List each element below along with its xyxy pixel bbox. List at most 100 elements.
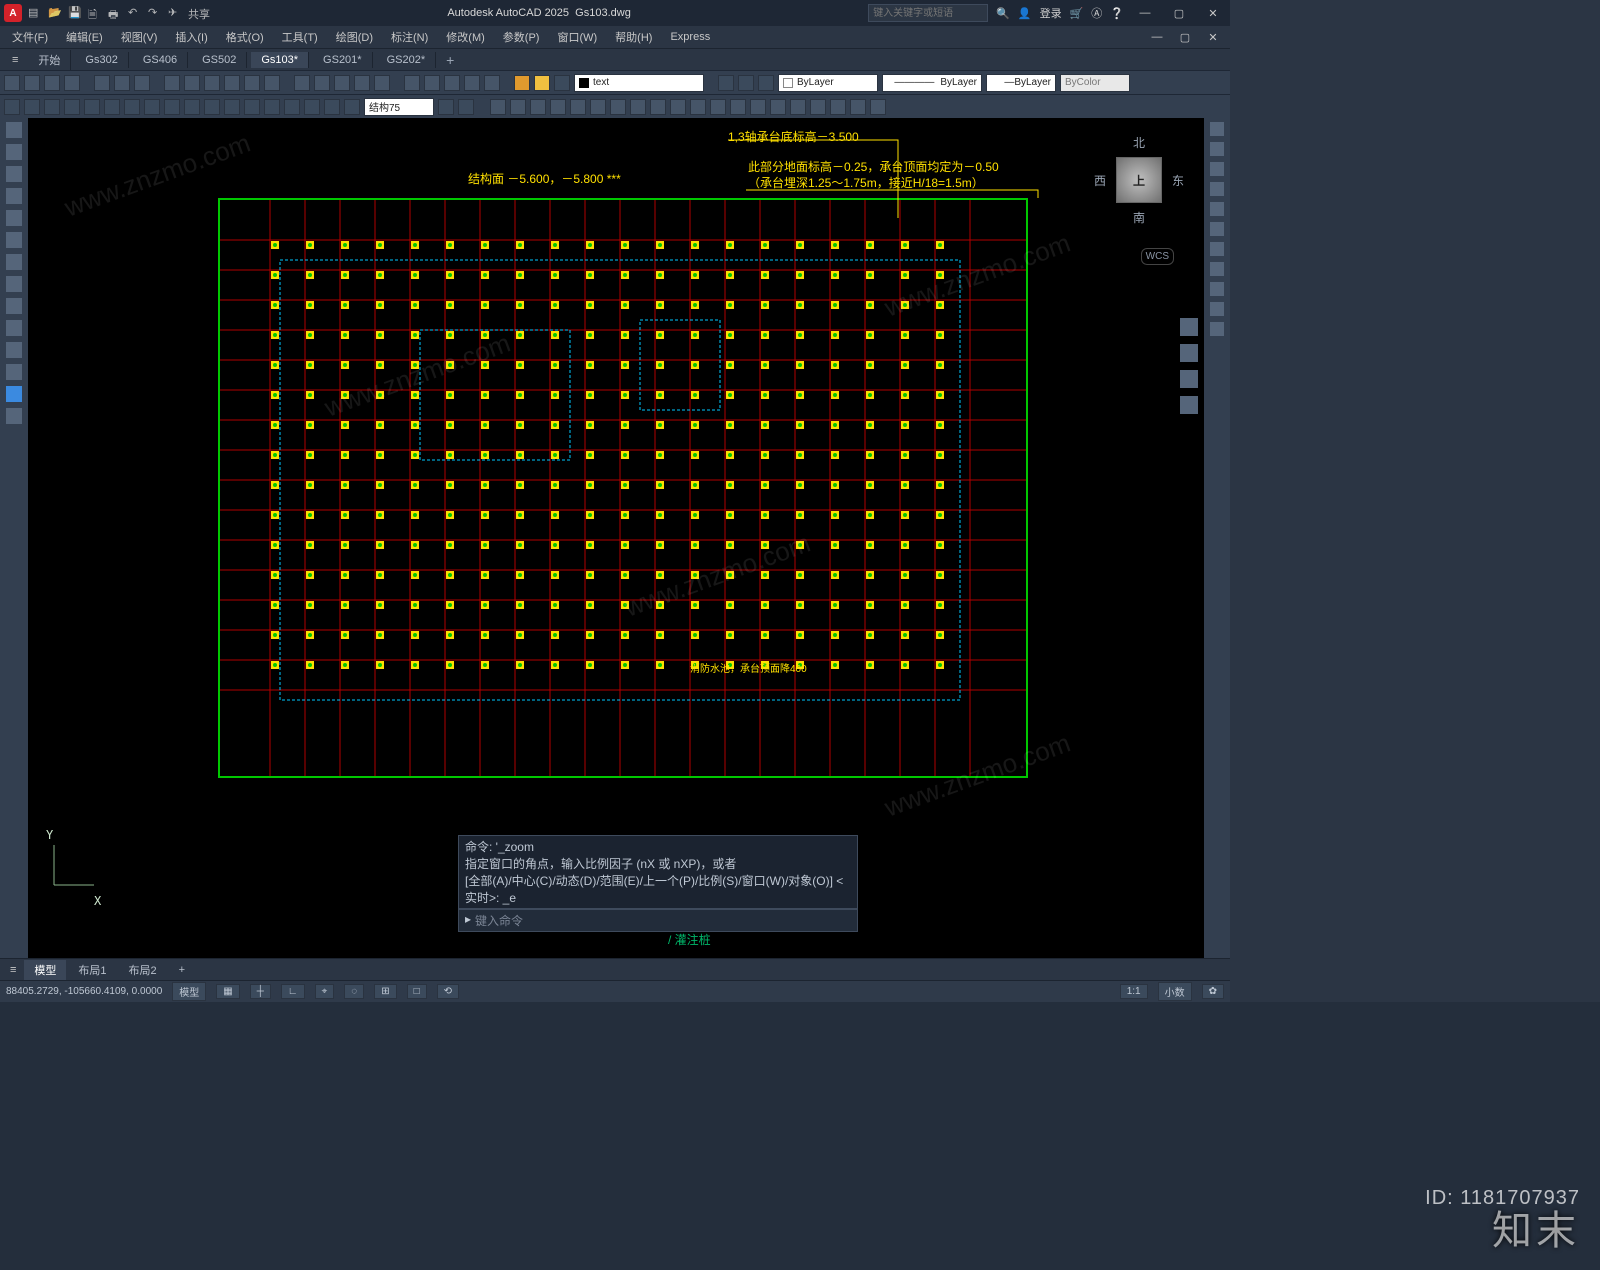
tool-icon[interactable] — [264, 75, 280, 91]
help-icon[interactable]: ❔ — [1110, 7, 1124, 20]
dim-tool-icon[interactable] — [64, 99, 80, 115]
polar-toggle[interactable]: ⌖ — [315, 984, 335, 999]
dim-tool-icon[interactable] — [324, 99, 340, 115]
mod-tool-icon[interactable] — [710, 99, 726, 115]
dim-tool-icon[interactable] — [204, 99, 220, 115]
tab-gs502[interactable]: GS502 — [192, 52, 247, 68]
line-tool-icon[interactable] — [6, 122, 22, 138]
mtext-tool-icon[interactable] — [6, 386, 22, 402]
vc-south[interactable]: 南 — [1094, 209, 1184, 226]
block-tool-icon[interactable] — [6, 320, 22, 336]
grid-toggle[interactable]: ▦ — [216, 984, 239, 999]
apps-icon[interactable]: Ⓐ — [1091, 5, 1102, 21]
rotate-tool-icon[interactable] — [1210, 162, 1224, 176]
tool-icon[interactable] — [464, 75, 480, 91]
tool-icon[interactable] — [314, 75, 330, 91]
dim-tool-icon[interactable] — [24, 99, 40, 115]
tool-icon[interactable] — [294, 75, 310, 91]
mod-tool-icon[interactable] — [590, 99, 606, 115]
mod-tool-icon[interactable] — [770, 99, 786, 115]
mod-tool-icon[interactable] — [830, 99, 846, 115]
menu-format[interactable]: 格式(O) — [218, 27, 272, 47]
dim-tool-icon[interactable] — [124, 99, 140, 115]
dim-tool-icon[interactable] — [244, 99, 260, 115]
dim-tool-icon[interactable] — [224, 99, 240, 115]
snap-toggle[interactable]: ┼ — [250, 984, 271, 999]
add-layout-button[interactable]: + — [169, 962, 195, 978]
command-input[interactable]: ▸ 键入命令 — [458, 909, 858, 932]
new-tab-button[interactable]: + — [440, 52, 460, 68]
doc-close-button[interactable]: ✕ — [1200, 27, 1226, 47]
dim-tool-icon[interactable] — [164, 99, 180, 115]
open-icon[interactable]: 📂 — [48, 6, 62, 20]
mod-tool-icon[interactable] — [850, 99, 866, 115]
vc-top[interactable]: 上 — [1116, 157, 1162, 203]
menu-modify[interactable]: 修改(M) — [438, 27, 493, 47]
mod-tool-icon[interactable] — [790, 99, 806, 115]
tab-layout1[interactable]: 布局1 — [68, 960, 116, 980]
tool-icon[interactable] — [758, 75, 774, 91]
wcs-badge[interactable]: WCS — [1141, 248, 1174, 265]
dim-tool-icon[interactable] — [184, 99, 200, 115]
saveas-icon[interactable]: 🗎 — [88, 6, 102, 20]
mod-tool-icon[interactable] — [550, 99, 566, 115]
vc-west[interactable]: 西 — [1094, 172, 1106, 189]
mod-tool-icon[interactable] — [750, 99, 766, 115]
region-tool-icon[interactable] — [6, 364, 22, 380]
menu-view[interactable]: 视图(V) — [113, 27, 166, 47]
quick-access-toolbar[interactable]: ▤ 📂 💾 🗎 🖶 ↶ ↷ ✈ 共享 — [28, 6, 210, 20]
menu-toggle-icon[interactable]: ≡ — [6, 54, 24, 66]
layer-dropdown[interactable]: text — [574, 74, 704, 92]
vc-east[interactable]: 东 — [1172, 172, 1184, 189]
doc-minimize-button[interactable]: — — [1144, 27, 1170, 47]
dim-tool-icon[interactable] — [304, 99, 320, 115]
mod-tool-icon[interactable] — [510, 99, 526, 115]
tab-gs103[interactable]: Gs103* — [251, 52, 309, 68]
mod-tool-icon[interactable] — [530, 99, 546, 115]
doc-restore-button[interactable]: ▢ — [1172, 27, 1198, 47]
mod-tool-icon[interactable] — [870, 99, 886, 115]
save-icon[interactable]: 💾 — [68, 6, 82, 20]
pan-icon[interactable] — [1180, 344, 1198, 362]
osnap-toggle[interactable]: ◌ — [344, 984, 364, 999]
cart-icon[interactable]: 🛒 — [1070, 7, 1084, 20]
dim-tool-icon[interactable] — [4, 99, 20, 115]
tool-icon[interactable] — [718, 75, 734, 91]
circle-tool-icon[interactable] — [6, 166, 22, 182]
tool-icon[interactable] — [164, 75, 180, 91]
mod-tool-icon[interactable] — [630, 99, 646, 115]
plot-icon[interactable]: 🖶 — [108, 6, 122, 20]
lwt-toggle[interactable]: ⊞ — [374, 984, 396, 999]
offset-tool-icon[interactable] — [1210, 202, 1224, 216]
viewcube[interactable]: 北 西 上 东 南 — [1094, 134, 1184, 224]
search-input[interactable] — [868, 4, 988, 22]
menu-tools[interactable]: 工具(T) — [274, 27, 326, 47]
zoom-icon[interactable] — [1180, 370, 1198, 388]
dim-tool-icon[interactable] — [264, 99, 280, 115]
dim-tool-icon[interactable] — [438, 99, 454, 115]
share-label[interactable]: 共享 — [188, 6, 210, 20]
new-icon[interactable]: ▤ — [28, 6, 42, 20]
mod-tool-icon[interactable] — [690, 99, 706, 115]
mod-tool-icon[interactable] — [570, 99, 586, 115]
tab-model[interactable]: 模型 — [24, 960, 66, 980]
anno-scale[interactable]: 1:1 — [1120, 984, 1148, 999]
lineweight-dropdown[interactable]: — ByLayer — [986, 74, 1056, 92]
menu-window[interactable]: 窗口(W) — [549, 27, 605, 47]
menu-draw[interactable]: 绘图(D) — [328, 27, 381, 47]
erase-tool-icon[interactable] — [1210, 302, 1224, 316]
tool-icon[interactable] — [374, 75, 390, 91]
tab-gs201[interactable]: GS201* — [313, 52, 373, 68]
text-tool-icon[interactable] — [6, 408, 22, 424]
linetype-dropdown[interactable]: ———— ByLayer — [882, 74, 982, 92]
spline-tool-icon[interactable] — [6, 276, 22, 292]
tool-icon[interactable] — [184, 75, 200, 91]
menu-edit[interactable]: 编辑(E) — [58, 27, 111, 47]
undo-icon[interactable]: ↶ — [128, 6, 142, 20]
tool-icon[interactable] — [4, 75, 20, 91]
polyline-tool-icon[interactable] — [6, 144, 22, 160]
tool-icon[interactable] — [224, 75, 240, 91]
tab-gs302[interactable]: Gs302 — [75, 52, 128, 68]
menu-file[interactable]: 文件(F) — [4, 27, 56, 47]
rect-tool-icon[interactable] — [6, 210, 22, 226]
